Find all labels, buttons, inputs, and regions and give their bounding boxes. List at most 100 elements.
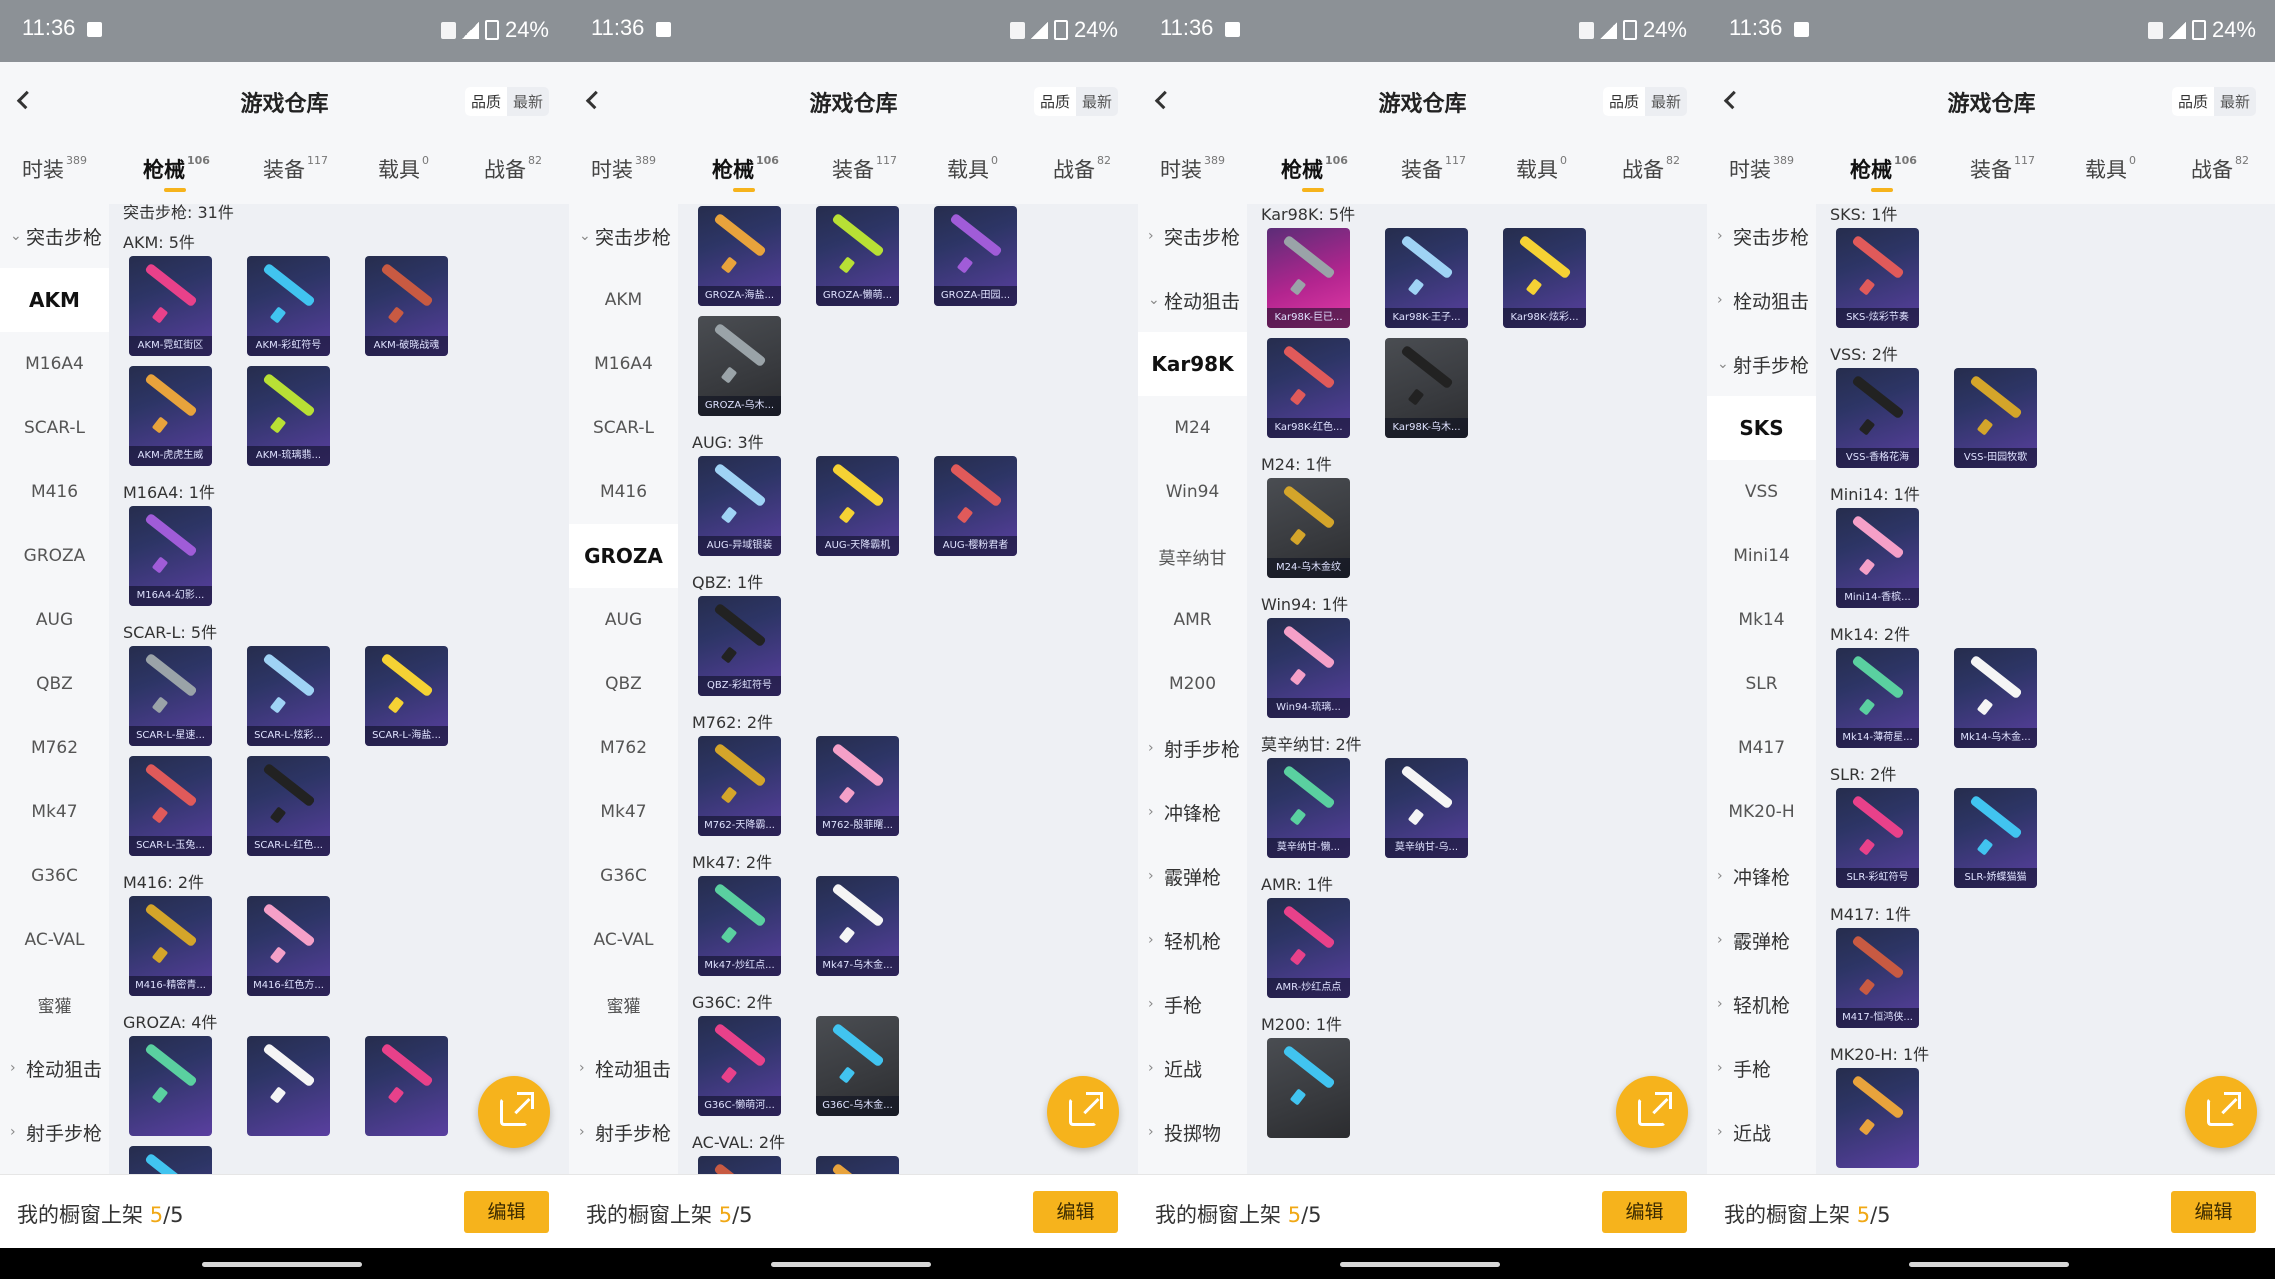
tab-0[interactable]: 时装 389 (22, 154, 87, 184)
skin-card[interactable]: Mk14-薄荷星... (1836, 648, 1919, 748)
sidebar-item[interactable]: 莫辛纳甘 (1138, 524, 1247, 588)
sort-latest-button[interactable]: 最新 (507, 87, 549, 116)
skin-card[interactable]: AC-VAL-天降... (816, 1156, 899, 1174)
sidebar-item[interactable]: Mini14 (1707, 524, 1816, 588)
sort-quality-button[interactable]: 品质 (2171, 87, 2214, 116)
skin-card[interactable]: M762-殷菲曙... (816, 736, 899, 836)
skin-card[interactable]: G36C-乌木金... (816, 1016, 899, 1116)
sort-quality-button[interactable]: 品质 (1033, 87, 1076, 116)
tab-3[interactable]: 载具 0 (947, 154, 998, 184)
sidebar-item[interactable]: M417 (1707, 716, 1816, 780)
tab-2[interactable]: 装备 117 (1401, 154, 1466, 184)
tab-2[interactable]: 装备 117 (832, 154, 897, 184)
skin-card[interactable]: 莫辛纳甘-乌... (1385, 758, 1468, 858)
skin-card[interactable]: Kar98K-红色... (1267, 338, 1350, 438)
sort-latest-button[interactable]: 最新 (1076, 87, 1118, 116)
skin-card[interactable]: Kar98K-巨已... (1267, 228, 1350, 328)
sidebar-item[interactable]: M762 (569, 716, 678, 780)
skin-card[interactable]: M16A4-幻影... (129, 506, 212, 606)
sidebar-item[interactable]: AMR (1138, 588, 1247, 652)
skin-card[interactable] (365, 1036, 448, 1136)
skin-card[interactable]: 莫辛纳甘-懒... (1267, 758, 1350, 858)
sidebar-group[interactable]: › 栓动狙击 (569, 1036, 678, 1100)
skin-card[interactable]: M417-恒鸿侠... (1836, 928, 1919, 1028)
skin-card[interactable]: SLR-彩虹符号 (1836, 788, 1919, 888)
tab-3[interactable]: 载具 0 (2085, 154, 2136, 184)
skin-card[interactable]: Mk47-炒红点... (698, 876, 781, 976)
sidebar-group[interactable]: › 射手步枪 (569, 1100, 678, 1164)
skin-card[interactable]: M416-精密青... (129, 896, 212, 996)
skin-card[interactable]: Kar98K-炫彩... (1503, 228, 1586, 328)
skin-card[interactable] (129, 1036, 212, 1136)
sidebar-group[interactable]: › 手枪 (1138, 972, 1247, 1036)
sidebar-group[interactable]: › 突击步枪 (1138, 204, 1247, 268)
skin-card[interactable]: AUG-异域银装 (698, 456, 781, 556)
skin-card[interactable]: Kar98K-乌木... (1385, 338, 1468, 438)
sidebar-item[interactable]: QBZ (0, 652, 109, 716)
skin-card[interactable]: SLR-娇蝶猫猫 (1954, 788, 2037, 888)
tab-2[interactable]: 装备 117 (1970, 154, 2035, 184)
sidebar-group[interactable]: ⌄ 突击步枪 (0, 204, 109, 268)
skin-card[interactable]: M416-红色方... (247, 896, 330, 996)
tab-0[interactable]: 时装 389 (1160, 154, 1225, 184)
skin-card[interactable]: AKM-彩虹符号 (247, 256, 330, 356)
sidebar-item[interactable]: M416 (0, 460, 109, 524)
tab-1[interactable]: 枪械 106 (1281, 154, 1348, 192)
sidebar-item[interactable]: Kar98K (1138, 332, 1247, 396)
sort-latest-button[interactable]: 最新 (2214, 87, 2256, 116)
sidebar-group[interactable]: › 冲锋枪 (1138, 780, 1247, 844)
sidebar-item[interactable]: M24 (1138, 396, 1247, 460)
skin-card[interactable]: GROZA-乌木... (698, 316, 781, 416)
skin-card[interactable]: M762-天降霸... (698, 736, 781, 836)
share-button[interactable] (1047, 1076, 1119, 1148)
sidebar-item[interactable]: VSS (1707, 460, 1816, 524)
skin-card[interactable]: Mini14-香槟... (1836, 508, 1919, 608)
home-indicator[interactable] (202, 1262, 362, 1267)
sidebar-group[interactable]: › 射手步枪 (0, 1100, 109, 1164)
sidebar-group[interactable]: › 突击步枪 (1707, 204, 1816, 268)
skin-card[interactable]: AC-VAL-乌木... (698, 1156, 781, 1174)
sidebar-item[interactable]: MK20-H (1707, 780, 1816, 844)
skin-card[interactable]: M24-乌木金纹 (1267, 478, 1350, 578)
tab-3[interactable]: 载具 0 (378, 154, 429, 184)
tab-4[interactable]: 战备 82 (484, 154, 542, 184)
skin-card[interactable]: Win94-琉璃... (1267, 618, 1350, 718)
sidebar-item[interactable]: GROZA (0, 524, 109, 588)
tab-4[interactable]: 战备 82 (2191, 154, 2249, 184)
sidebar-group[interactable]: ⌄ 突击步枪 (569, 204, 678, 268)
tab-0[interactable]: 时装 389 (591, 154, 656, 184)
sort-latest-button[interactable]: 最新 (1645, 87, 1687, 116)
sidebar-group[interactable]: › 射手步枪 (1138, 716, 1247, 780)
sidebar-group[interactable]: ⌄ 栓动狙击 (1138, 268, 1247, 332)
skin-card[interactable]: AKM-破晓战魂 (365, 256, 448, 356)
sidebar-item[interactable]: SCAR-L (569, 396, 678, 460)
sidebar-group[interactable]: › 投掷物 (1138, 1100, 1247, 1164)
sidebar-item[interactable]: M762 (0, 716, 109, 780)
sidebar-group[interactable]: › 栓动狙击 (0, 1036, 109, 1100)
edit-button[interactable]: 编辑 (2171, 1191, 2256, 1233)
tab-0[interactable]: 时装 389 (1729, 154, 1794, 184)
edit-button[interactable]: 编辑 (464, 1191, 549, 1233)
skin-card[interactable]: AUG-樱粉君者 (934, 456, 1017, 556)
share-button[interactable] (1616, 1076, 1688, 1148)
sidebar-group[interactable]: › 霰弹枪 (1138, 844, 1247, 908)
skin-card[interactable]: VSS-香格花海 (1836, 368, 1919, 468)
skin-card[interactable]: GROZA-海盐... (698, 206, 781, 306)
skin-card[interactable]: AMR-炒红点点 (1267, 898, 1350, 998)
sidebar-group[interactable]: › 手枪 (1707, 1036, 1816, 1100)
sidebar-group[interactable]: › 近战 (1138, 1036, 1247, 1100)
skin-card[interactable]: SCAR-L-海盐... (365, 646, 448, 746)
sidebar-item[interactable]: GROZA (569, 524, 678, 588)
skin-card[interactable]: QBZ-彩虹符号 (698, 596, 781, 696)
tab-3[interactable]: 载具 0 (1516, 154, 1567, 184)
tab-4[interactable]: 战备 82 (1622, 154, 1680, 184)
skin-card[interactable]: Kar98K-王子... (1385, 228, 1468, 328)
sidebar-item[interactable]: Win94 (1138, 460, 1247, 524)
skin-card[interactable]: SKS-炫彩节奏 (1836, 228, 1919, 328)
sidebar-group[interactable]: › 栓动狙击 (1707, 268, 1816, 332)
sidebar-item[interactable]: SLR (1707, 652, 1816, 716)
skin-card[interactable]: AUG-天降霸机 (816, 456, 899, 556)
edit-button[interactable]: 编辑 (1033, 1191, 1118, 1233)
sidebar-item[interactable]: G36C (0, 844, 109, 908)
sidebar-item[interactable]: G36C (569, 844, 678, 908)
